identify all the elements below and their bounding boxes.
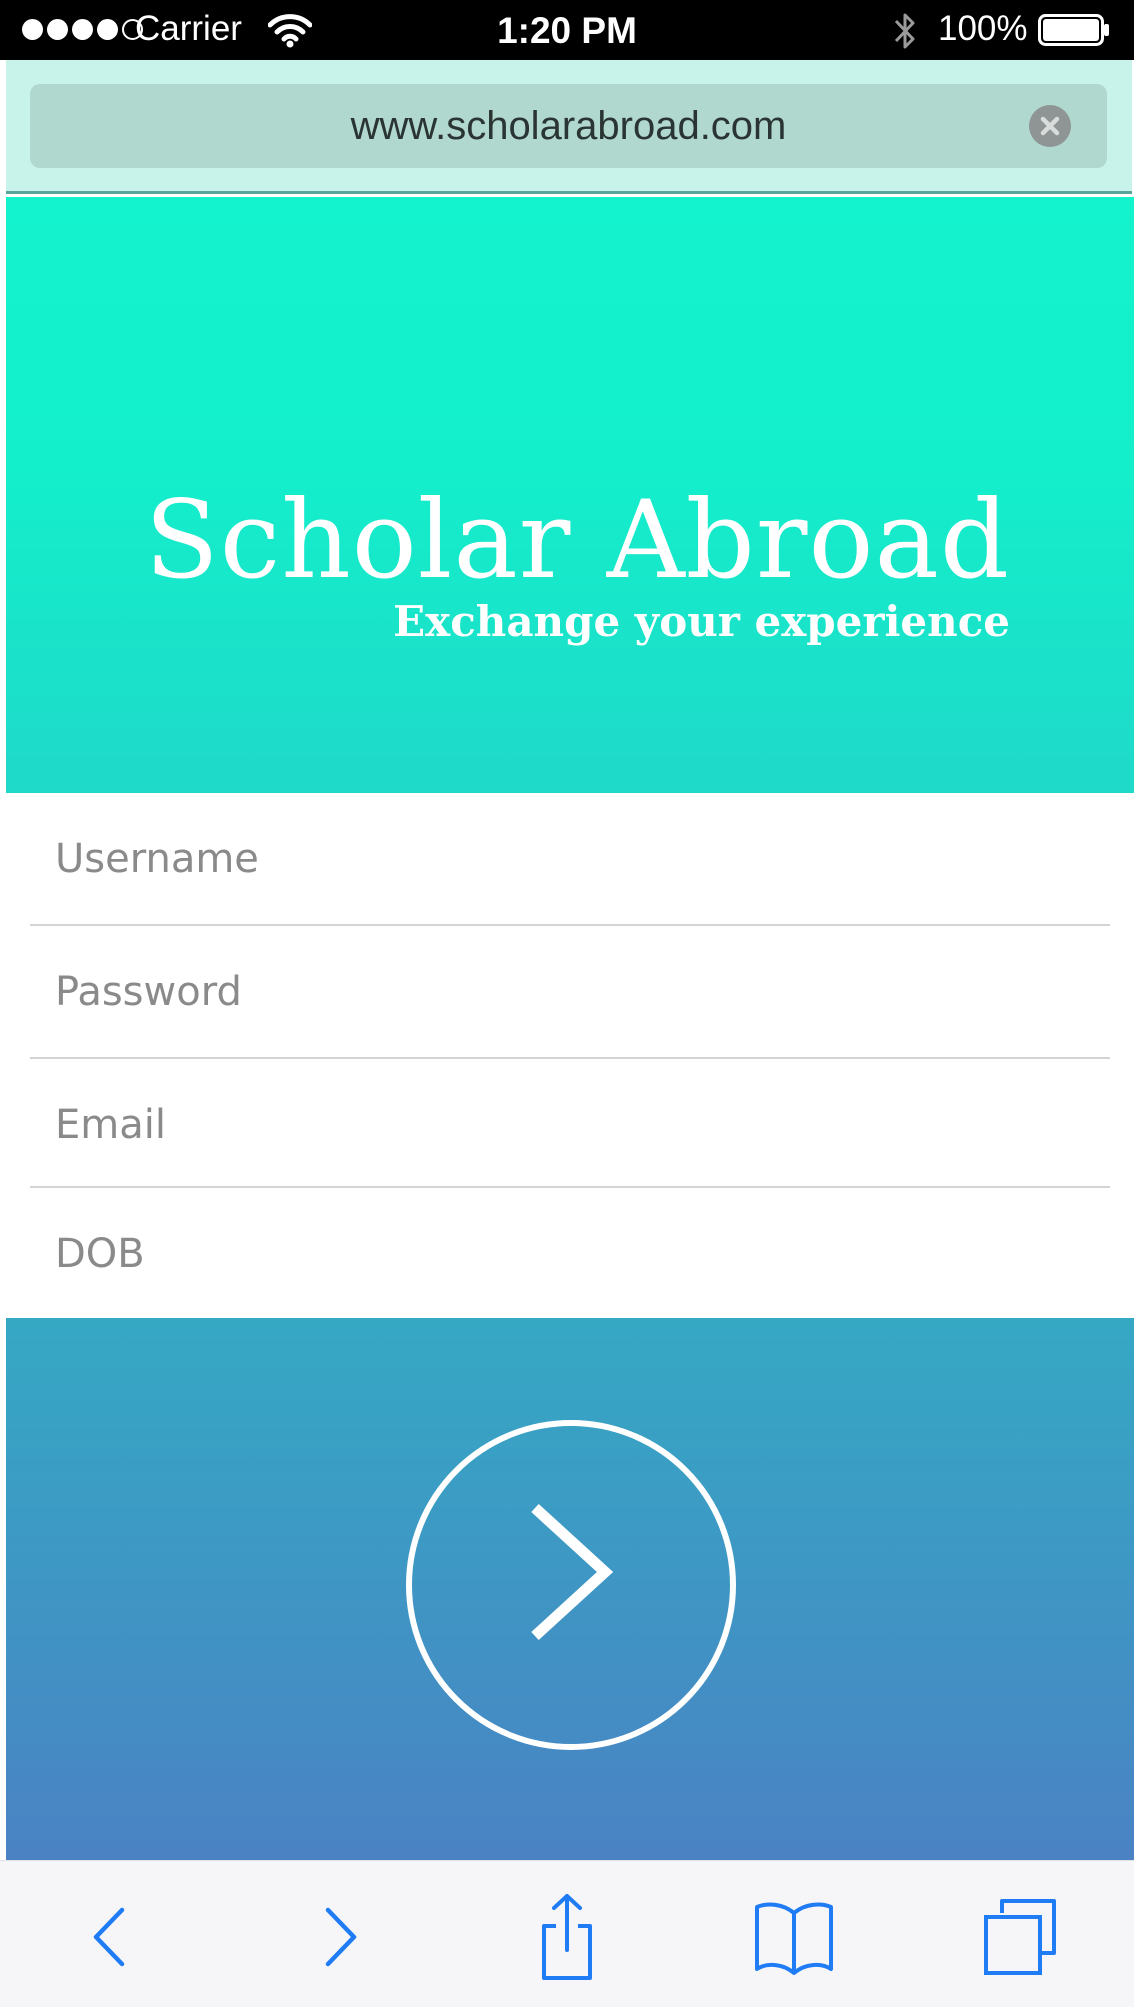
hero-banner: Scholar Abroad Exchange your experience (6, 197, 1134, 793)
email-field-row (30, 1059, 1110, 1191)
bluetooth-icon (894, 13, 915, 49)
url-field[interactable]: www.scholarabroad.com (30, 84, 1107, 168)
bookmarks-icon[interactable] (744, 1887, 844, 1987)
username-field-row (30, 793, 1110, 925)
status-bar: Carrier 1:20 PM 100% (0, 0, 1134, 60)
app-title: Scholar Abroad (144, 478, 1010, 603)
back-icon[interactable] (62, 1887, 162, 1987)
battery-percentage: 100% (938, 9, 1028, 48)
forward-icon[interactable] (288, 1887, 388, 1987)
username-field[interactable] (30, 793, 1110, 925)
signup-form (6, 793, 1134, 1320)
url-text[interactable]: www.scholarabroad.com (30, 84, 1107, 168)
share-icon[interactable] (517, 1887, 617, 1987)
password-field[interactable] (30, 926, 1110, 1058)
browser-address-bar: www.scholarabroad.com (6, 60, 1132, 194)
chevron-right-icon (531, 1503, 614, 1641)
dob-field[interactable] (30, 1188, 1110, 1320)
dob-field-row (30, 1188, 1110, 1320)
submit-panel (6, 1318, 1134, 1860)
password-field-row (30, 926, 1110, 1058)
email-field[interactable] (30, 1059, 1110, 1191)
submit-button[interactable] (406, 1420, 736, 1750)
clear-icon[interactable] (1029, 105, 1071, 147)
app-tagline: Exchange your experience (393, 597, 1010, 646)
battery-icon (1038, 14, 1109, 46)
phone-screen: Carrier 1:20 PM 100% www.scholarabroad.c… (0, 0, 1134, 2007)
browser-toolbar (0, 1860, 1134, 2007)
tabs-icon[interactable] (970, 1887, 1070, 1987)
